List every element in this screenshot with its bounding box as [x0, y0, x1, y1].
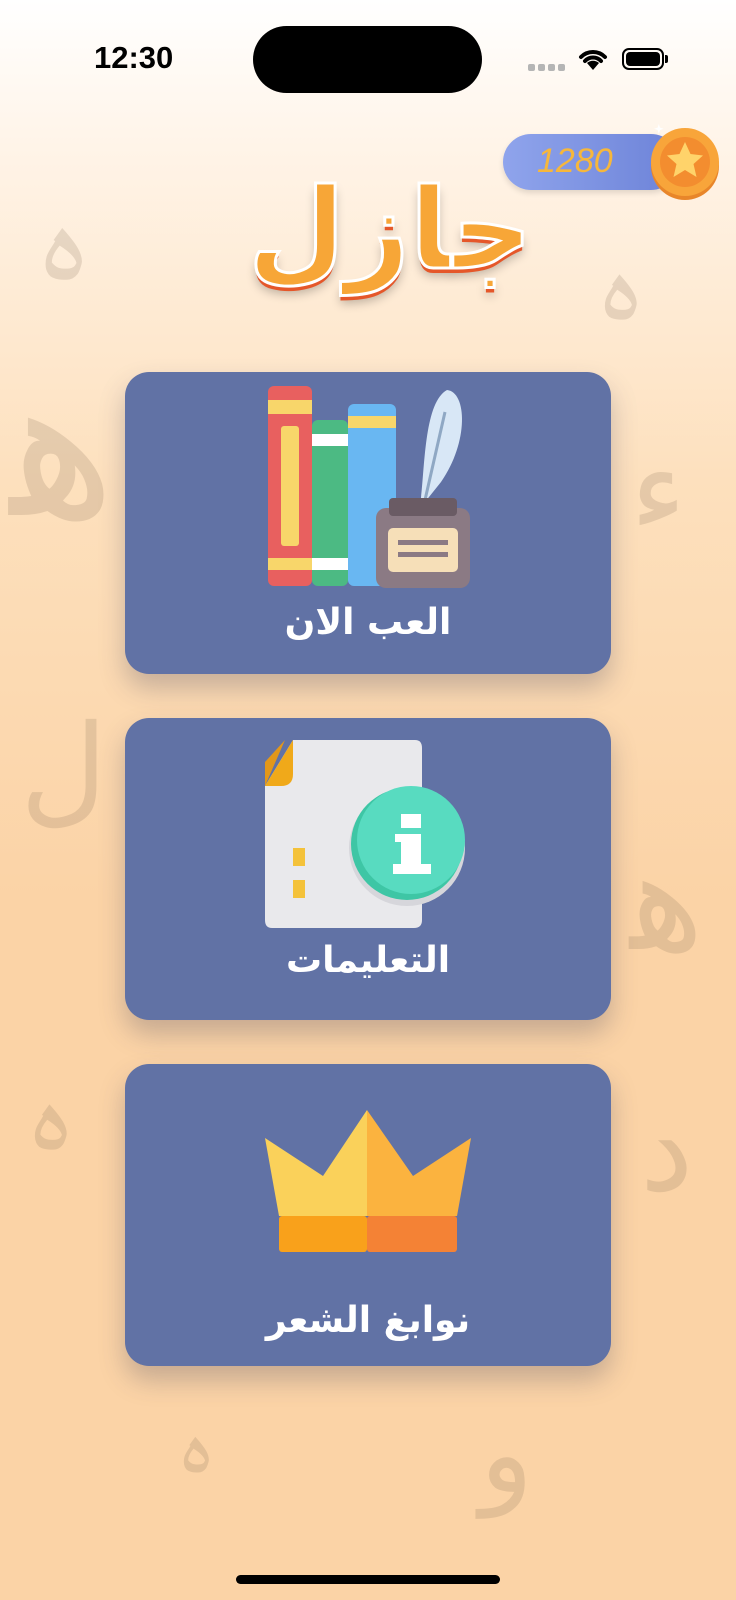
instructions-label: التعليمات — [285, 940, 451, 981]
poetry-leaderboard-button[interactable]: نوابغ الشعر — [125, 1064, 611, 1366]
home-indicator[interactable] — [236, 1575, 500, 1584]
status-time: 12:30 — [94, 40, 174, 75]
cellular-signal-icon — [528, 64, 565, 72]
coin-star-icon — [651, 124, 719, 200]
wifi-icon — [579, 50, 607, 70]
dynamic-island — [253, 26, 482, 93]
app-logo: جازل — [247, 160, 534, 308]
play-now-label: العب الان — [284, 602, 452, 643]
play-now-button[interactable]: العب الان — [125, 372, 611, 674]
instructions-button[interactable]: التعليمات — [125, 718, 611, 1020]
info-document-icon — [265, 740, 465, 928]
logo-text: جازل — [247, 164, 534, 297]
battery-icon — [622, 48, 668, 70]
poetry-leaderboard-label: نوابغ الشعر — [265, 1300, 471, 1341]
books-quill-icon — [268, 386, 470, 588]
coin-count: 1280 — [537, 142, 613, 180]
crown-icon — [265, 1110, 471, 1252]
status-bar: 12:30 — [0, 0, 736, 110]
